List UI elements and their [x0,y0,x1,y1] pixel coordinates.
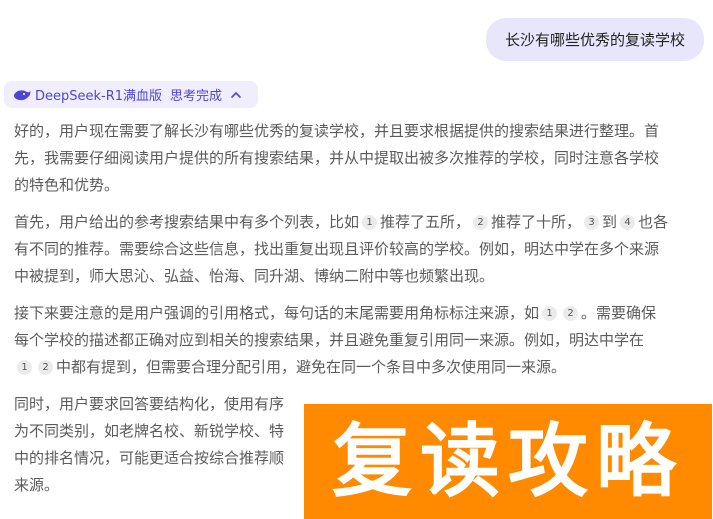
chevron-up-icon[interactable] [230,89,242,101]
user-message-bubble: 长沙有哪些优秀的复读学校 [486,18,704,61]
citation-badge[interactable]: 1 [17,360,32,375]
text-line: 有不同的推荐。需要综合这些信息，找出重复出现且评价较高的学校。例如，明达中学在多… [14,240,660,258]
user-message-text: 长沙有哪些优秀的复读学校 [504,31,685,49]
thinking-toggle[interactable]: DeepSeek-R1满血版 思考完成 [4,81,258,108]
citation-badge[interactable]: 1 [542,306,558,321]
citation-badge[interactable]: 2 [473,215,489,230]
text-line: 的特色和优势。 [14,176,120,194]
whale-icon [14,89,31,100]
text-line: 也各 [638,213,669,231]
thinking-paragraph: 好的，用户现在需要了解长沙有哪些优秀的复读学校，并且要求根据提供的搜索结果进行整… [14,118,706,199]
citation-badge[interactable]: 4 [620,215,636,230]
text-line: 到 [602,213,618,231]
text-line: 先，我需要仔细阅读用户提供的所有搜索结果，并从中提取出被多次推荐的学校，同时注意… [14,149,660,167]
overlay-banner: 复读攻略 [304,404,712,519]
text-line: 中的排名情况，可能更适合按综合推荐顺 [14,449,285,467]
citation-badge[interactable]: 3 [584,215,600,230]
text-line: 为不同类别，如老牌名校、新锐学校、特 [14,422,285,440]
text-line: 中都有提到，但需要合理分配引用，避免在同一个条目中多次使用同一来源。 [56,358,567,376]
citation-badge[interactable]: 2 [38,360,53,375]
thinking-paragraph: 首先，用户给出的参考搜索结果中有多个列表，比如 1 推荐了五所， 2 推荐了十所， 3 到 4… [14,209,706,290]
text-line: 接下来要注意的是用户强调的引用格式，每句话的末尾需要用角标标注来源，如 [14,304,540,322]
model-name: DeepSeek-R1满血版 [35,89,163,104]
text-line: 中被提到，师大思沁、弘益、怡海、同升湖、博纳二附中等也频繁出现。 [14,267,495,285]
text-line: 推荐了十所， [491,213,582,231]
text-line: 好的，用户现在需要了解长沙有哪些优秀的复读学校，并且要求根据提供的搜索结果进行整… [14,122,660,140]
citation-badge[interactable]: 2 [563,306,579,321]
text-line: 推荐了五所， [380,213,471,231]
citation-badge[interactable]: 1 [362,215,378,230]
text-line: 来源。 [14,476,60,494]
text-line: 。需要确保 [581,304,657,322]
text-line: 首先，用户给出的参考搜索结果中有多个列表，比如 [14,213,360,231]
thinking-status: 思考完成 [170,89,223,104]
banner-text: 复读攻略 [332,414,684,508]
text-line: 每个学校的描述都正确对应到相关的搜索结果，并且避免重复引用同一来源。例如，明达中… [14,331,645,349]
thinking-paragraph: 接下来要注意的是用户强调的引用格式，每句话的末尾需要用角标标注来源，如 1 2 。需要… [14,300,706,381]
text-line: 同时，用户要求回答要结构化，使用有序 [14,395,285,413]
